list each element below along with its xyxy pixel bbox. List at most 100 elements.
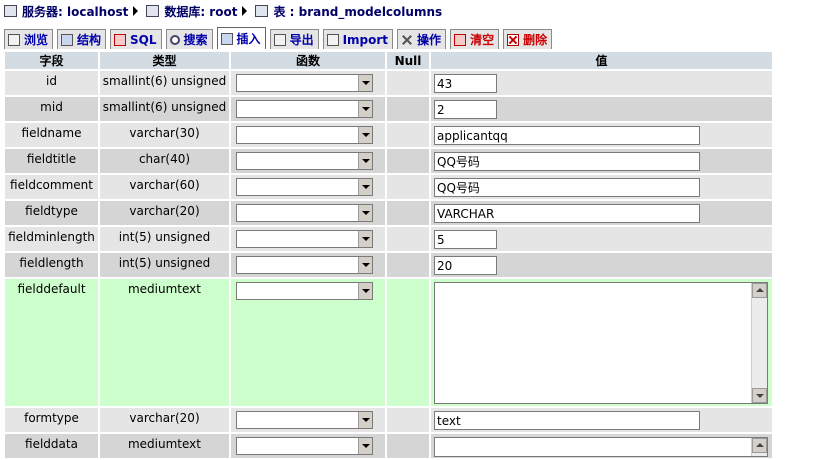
function-select[interactable] [236, 437, 373, 455]
field-name: fieldlength [5, 253, 98, 277]
insert-form-table: 字段 类型 函数 Null 值 id smallint(6) unsigned … [3, 50, 774, 460]
empty-icon [454, 33, 467, 46]
chevron-down-icon [358, 153, 372, 169]
scroll-up-icon[interactable] [752, 438, 767, 453]
function-select[interactable] [236, 256, 373, 274]
tab-import[interactable]: Import [322, 29, 394, 49]
breadcrumb-table-link[interactable]: 表 : brand_modelcolumns [273, 3, 442, 20]
header-function: 函数 [231, 52, 385, 69]
tab-sql[interactable]: SQL [110, 29, 162, 49]
tab-browse[interactable]: 浏览 [4, 29, 54, 49]
function-select[interactable] [236, 74, 373, 92]
null-cell [387, 279, 429, 406]
field-type: varchar(20) [100, 201, 229, 225]
function-select[interactable] [236, 178, 373, 196]
tab-label: 结构 [77, 33, 102, 47]
field-type: smallint(6) unsigned [100, 71, 229, 95]
value-input-fieldminlength[interactable] [434, 230, 497, 249]
tab-search[interactable]: 搜索 [165, 29, 213, 49]
value-textarea-fielddata[interactable] [434, 437, 768, 457]
value-input-fieldtitle[interactable] [434, 152, 700, 171]
field-type: varchar(20) [100, 408, 229, 432]
tab-label: 浏览 [24, 33, 49, 47]
chevron-down-icon [358, 179, 372, 195]
function-select[interactable] [236, 152, 373, 170]
tab-label: 插入 [236, 32, 261, 46]
field-type: varchar(30) [100, 123, 229, 147]
breadcrumb-server-link[interactable]: 服务器: localhost [22, 3, 128, 20]
field-name: id [5, 71, 98, 95]
tab-empty[interactable]: 清空 [450, 29, 500, 49]
breadcrumb-database-link[interactable]: 数据库: root [164, 3, 237, 20]
value-input-fieldname[interactable] [434, 126, 700, 145]
function-select[interactable] [236, 230, 373, 248]
null-cell [387, 201, 429, 225]
value-input-fieldlength[interactable] [434, 256, 497, 275]
tab-export[interactable]: 导出 [269, 29, 319, 49]
function-select[interactable] [236, 411, 373, 429]
function-select[interactable] [236, 282, 373, 300]
chevron-down-icon [358, 283, 372, 299]
breadcrumb-arrow-icon [133, 6, 139, 16]
tab-label: 操作 [417, 33, 442, 47]
insert-icon [220, 32, 233, 45]
null-cell [387, 253, 429, 277]
table-row: fieldtitle char(40) [5, 149, 772, 173]
table-row: fielddefault mediumtext [5, 279, 772, 406]
null-cell [387, 71, 429, 95]
table-row: fieldcomment varchar(60) [5, 175, 772, 199]
tab-operations[interactable]: 操作 [397, 29, 447, 49]
header-type: 类型 [100, 52, 229, 69]
tab-label: Import [342, 32, 389, 47]
field-type: int(5) unsigned [100, 253, 229, 277]
field-type: mediumtext [100, 279, 229, 406]
value-input-formtype[interactable] [434, 411, 700, 430]
table-row: fieldminlength int(5) unsigned [5, 227, 772, 251]
null-cell [387, 149, 429, 173]
tab-label: 清空 [470, 33, 495, 47]
field-name: fieldcomment [5, 175, 98, 199]
chevron-down-icon [358, 438, 372, 454]
field-type: int(5) unsigned [100, 227, 229, 251]
tab-label: 删除 [523, 33, 548, 47]
table-row: mid smallint(6) unsigned [5, 97, 772, 121]
field-type: mediumtext [100, 434, 229, 458]
header-field: 字段 [5, 52, 98, 69]
field-name: fieldtype [5, 201, 98, 225]
function-select[interactable] [236, 126, 373, 144]
browse-icon [8, 33, 20, 46]
value-input-fieldtype[interactable] [434, 204, 700, 223]
tab-label: SQL [130, 32, 157, 47]
value-textarea-fielddefault[interactable] [434, 282, 768, 404]
value-input-id[interactable] [434, 74, 497, 93]
scrollbar[interactable] [751, 438, 767, 456]
header-null: Null [387, 52, 429, 69]
function-select[interactable] [236, 100, 373, 118]
field-type: smallint(6) unsigned [100, 97, 229, 121]
tab-drop[interactable]: 删除 [503, 29, 553, 49]
function-select[interactable] [236, 204, 373, 222]
scroll-down-icon[interactable] [752, 388, 767, 403]
scrollbar[interactable] [751, 283, 767, 403]
drop-icon [507, 33, 520, 46]
table-row: formtype varchar(20) [5, 408, 772, 432]
value-input-mid[interactable] [434, 100, 497, 119]
header-value: 值 [431, 52, 772, 69]
tools-icon [401, 34, 413, 46]
field-name: fielddefault [5, 279, 98, 406]
table-row: fieldtype varchar(20) [5, 201, 772, 225]
database-icon [146, 5, 160, 17]
tab-insert[interactable]: 插入 [216, 27, 266, 49]
null-cell [387, 227, 429, 251]
table-row: fielddata mediumtext [5, 434, 772, 458]
tab-label: 导出 [289, 33, 314, 47]
null-cell [387, 175, 429, 199]
chevron-down-icon [358, 75, 372, 91]
tab-structure[interactable]: 结构 [57, 29, 107, 49]
chevron-down-icon [358, 101, 372, 117]
breadcrumb: 服务器: localhost 数据库: root 表 : brand_model… [4, 3, 442, 19]
search-icon [169, 34, 180, 45]
value-input-fieldcomment[interactable] [434, 178, 700, 197]
null-cell [387, 408, 429, 432]
scroll-up-icon[interactable] [752, 283, 767, 298]
